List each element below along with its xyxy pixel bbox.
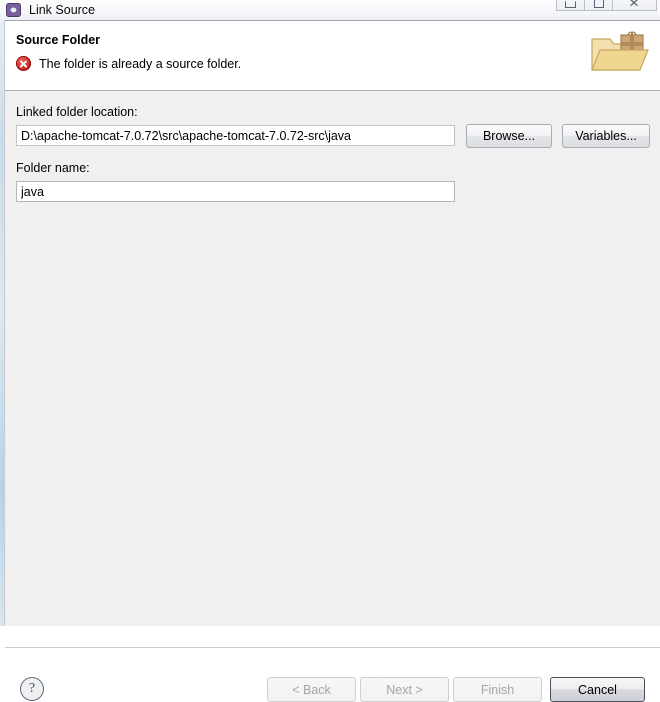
maximize-icon — [593, 0, 604, 8]
window-title: Link Source — [29, 3, 96, 17]
dialog-content: Linked folder location: Browse... Variab… — [5, 91, 660, 702]
help-button[interactable]: ? — [20, 677, 44, 701]
footer-divider — [5, 647, 660, 648]
window-controls: ✕ — [556, 0, 657, 11]
next-button[interactable]: Next > — [360, 677, 449, 702]
window-titlebar: Link Source ✕ — [0, 0, 660, 20]
page-title: Source Folder — [16, 33, 101, 47]
linked-folder-location-label: Linked folder location: — [16, 105, 138, 119]
error-circle-x-icon — [16, 56, 31, 71]
dialog-body: Source Folder The folder is already a so… — [5, 20, 660, 702]
folder-name-label: Folder name: — [16, 161, 90, 175]
eclipse-gear-icon — [6, 2, 22, 18]
folder-name-input[interactable] — [16, 181, 455, 202]
folder-with-package-icon — [591, 31, 649, 71]
variables-button[interactable]: Variables... — [562, 124, 650, 148]
maximize-button[interactable] — [584, 0, 613, 11]
finish-button[interactable]: Finish — [453, 677, 542, 702]
close-button[interactable]: ✕ — [612, 0, 657, 11]
back-button[interactable]: < Back — [267, 677, 356, 702]
close-icon: ✕ — [628, 0, 641, 10]
browse-button[interactable]: Browse... — [466, 124, 552, 148]
link-source-dialog-window: Link Source ✕ Source Folder The folder i… — [0, 0, 660, 702]
minimize-button[interactable] — [556, 0, 585, 11]
dialog-header: Source Folder The folder is already a so… — [5, 21, 660, 91]
cancel-button[interactable]: Cancel — [550, 677, 645, 702]
status-message-row: The folder is already a source folder. — [16, 56, 241, 71]
status-message: The folder is already a source folder. — [39, 56, 242, 71]
linked-folder-location-input[interactable] — [16, 125, 455, 146]
minimize-icon — [565, 1, 576, 8]
